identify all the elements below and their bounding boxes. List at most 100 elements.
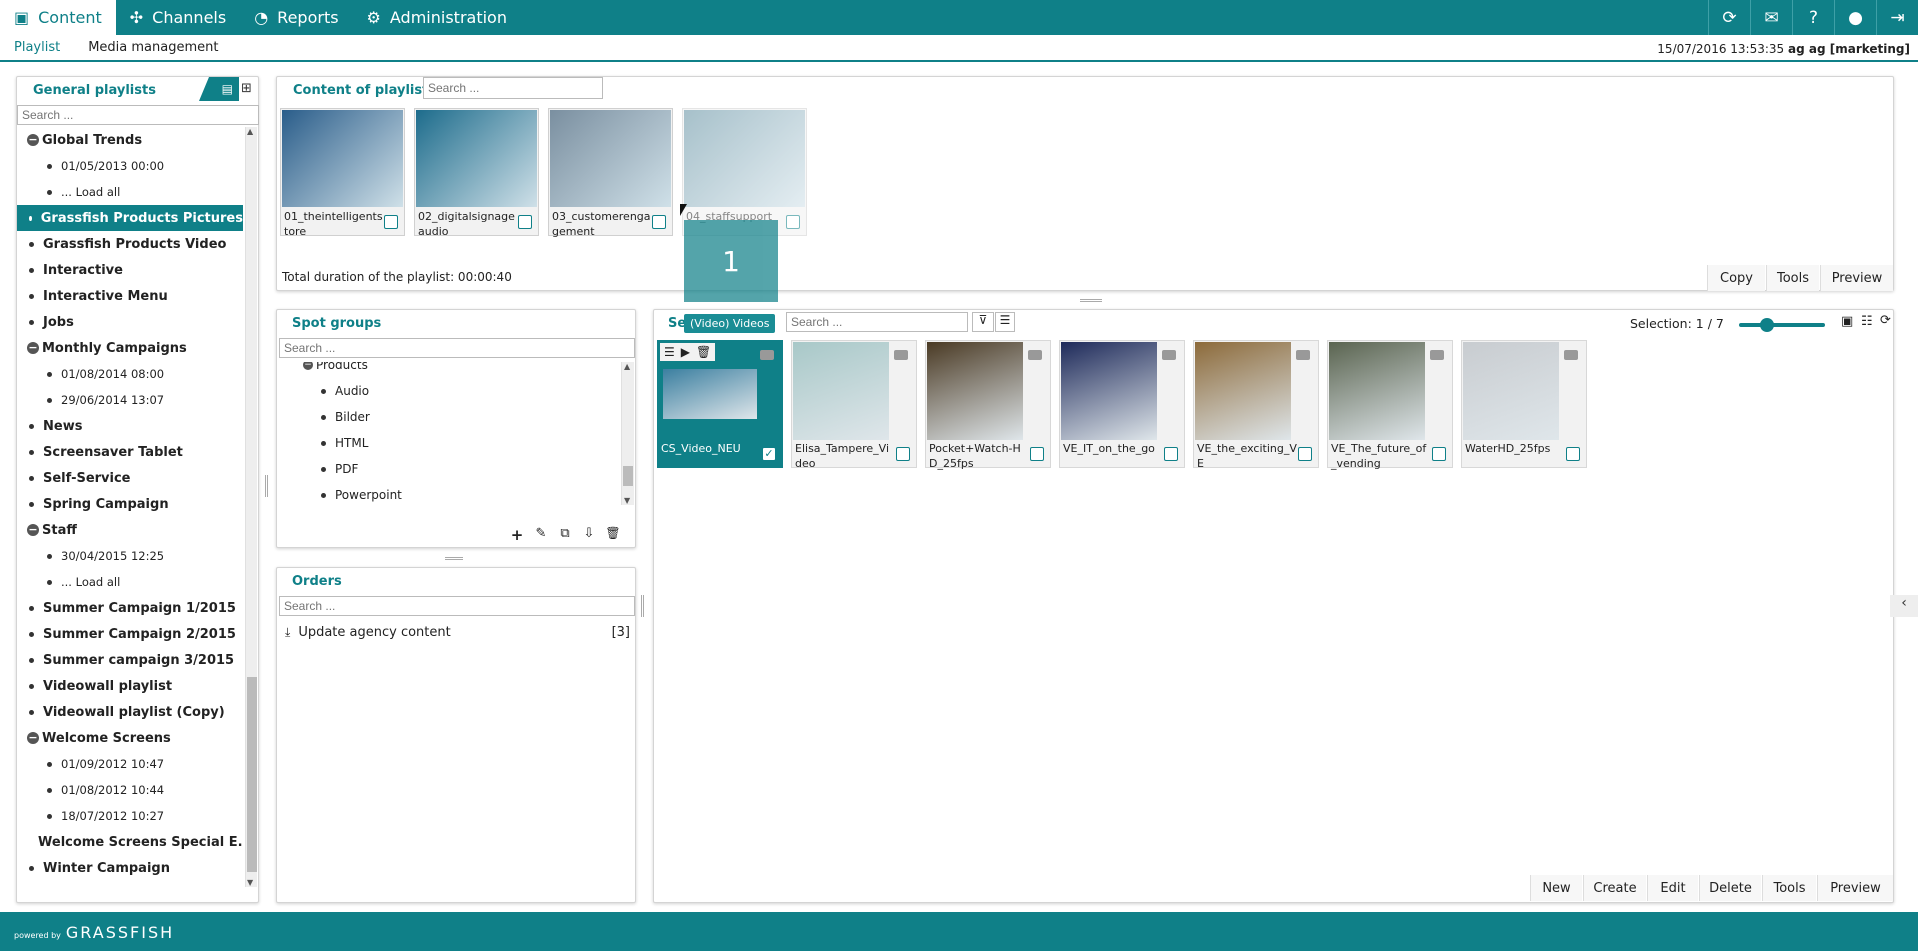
- add-icon[interactable]: +: [505, 526, 529, 546]
- playlist-tree-item[interactable]: Summer campaign 3/2015: [17, 647, 243, 673]
- playlist-thumbnail[interactable]: 04_staffsupport: [682, 108, 807, 236]
- playlist-tree-item[interactable]: Self-Service: [17, 465, 243, 491]
- playlist-tree-item[interactable]: 01/08/2012 10:44: [17, 777, 243, 803]
- select-checkbox[interactable]: [1164, 447, 1178, 461]
- spot-thumbnail[interactable]: Elisa_Tampere_Video: [791, 340, 917, 470]
- spots-search-input[interactable]: [786, 312, 968, 332]
- preview-button[interactable]: Preview: [1820, 265, 1893, 291]
- nav-content[interactable]: ▣ Content: [0, 0, 116, 35]
- select-checkbox[interactable]: ✓: [762, 447, 776, 461]
- play-icon[interactable]: ▶: [681, 345, 690, 359]
- playlist-tree-item[interactable]: 01/09/2012 10:47: [17, 751, 243, 777]
- select-checkbox[interactable]: [1432, 447, 1446, 461]
- delete-icon[interactable]: 🗑: [601, 526, 625, 546]
- scroll-up-icon[interactable]: ▲: [624, 362, 630, 371]
- playlist-tree-item[interactable]: ... Load all: [17, 569, 243, 595]
- spot-group-item[interactable]: − Products: [277, 362, 619, 378]
- edit-icon[interactable]: ✎: [529, 526, 553, 546]
- select-checkbox[interactable]: [896, 447, 910, 461]
- settings-sliders-icon[interactable]: ☰: [995, 312, 1015, 332]
- playlist-tree-item[interactable]: 01/05/2013 00:00: [17, 153, 243, 179]
- select-checkbox[interactable]: [652, 215, 666, 229]
- tools-button[interactable]: Tools: [1762, 875, 1816, 901]
- archive-icon[interactable]: ⇩: [577, 526, 601, 546]
- playlist-thumbnail[interactable]: 02_digitalsignageaudio: [414, 108, 539, 238]
- playlist-tree-item[interactable]: Interactive: [17, 257, 243, 283]
- spot-group-item[interactable]: Powerpoint: [277, 482, 619, 505]
- spot-thumbnail[interactable]: Pocket+Watch-HD_25fps: [925, 340, 1051, 470]
- playlist-tree-item[interactable]: − Staff: [17, 517, 243, 543]
- collapse-icon[interactable]: −: [27, 732, 39, 744]
- select-checkbox[interactable]: [1030, 447, 1044, 461]
- spot-thumbnail[interactable]: WaterHD_25fps: [1461, 340, 1587, 468]
- trash-icon[interactable]: 🗑: [696, 345, 711, 359]
- playlist-tree-item[interactable]: Winter Campaign: [17, 855, 243, 881]
- playlist-thumbnail[interactable]: 01_theintelligentstore: [280, 108, 405, 238]
- playlist-tree-item[interactable]: 29/06/2014 13:07: [17, 387, 243, 413]
- user-icon[interactable]: ●: [1834, 0, 1876, 35]
- playlist-tree-item[interactable]: 18/07/2012 10:27: [17, 803, 243, 829]
- spot-thumbnail[interactable]: CS_Video_NEU ✓ ☰ ▶ 🗑: [657, 340, 783, 468]
- spot-group-item[interactable]: Bilder: [277, 404, 619, 430]
- refresh-icon[interactable]: ⟳: [1708, 0, 1750, 35]
- playlist-thumbnail[interactable]: 03_customerengagement: [548, 108, 673, 238]
- filter-icon[interactable]: ⊽: [972, 312, 994, 332]
- mail-icon[interactable]: ✉: [1750, 0, 1792, 35]
- select-checkbox[interactable]: [384, 215, 398, 229]
- scroll-down-icon[interactable]: ▼: [247, 878, 253, 887]
- nav-channels[interactable]: ✣ Channels: [116, 0, 240, 35]
- playlist-tree-item[interactable]: Grassfish Products Video: [17, 231, 243, 257]
- edit-button[interactable]: Edit: [1647, 875, 1698, 901]
- playlist-tree-item[interactable]: Summer Campaign 2/2015: [17, 621, 243, 647]
- playlist-tree-item[interactable]: Spring Campaign: [17, 491, 243, 517]
- collapse-icon[interactable]: −: [303, 362, 313, 370]
- playlist-tree-item[interactable]: Jobs: [17, 309, 243, 335]
- add-playlist-icon[interactable]: ▤: [199, 77, 239, 101]
- spot-group-item[interactable]: PDF: [277, 456, 619, 482]
- spot-thumbnail[interactable]: VE_The_future_of_vending: [1327, 340, 1453, 470]
- scroll-up-icon[interactable]: ▲: [247, 127, 253, 136]
- spot-group-item[interactable]: Audio: [277, 378, 619, 404]
- playlist-tree-item[interactable]: Videowall playlist (Copy): [17, 699, 243, 725]
- select-checkbox[interactable]: [518, 215, 532, 229]
- playlist-tree-item[interactable]: News: [17, 413, 243, 439]
- playlist-tree-item[interactable]: 01/08/2014 08:00: [17, 361, 243, 387]
- logout-icon[interactable]: ⇥: [1876, 0, 1918, 35]
- playlist-search-input[interactable]: [17, 105, 259, 125]
- grid-view-icon[interactable]: ▣: [1841, 314, 1853, 329]
- scroll-down-icon[interactable]: ▼: [624, 496, 630, 505]
- help-icon[interactable]: ?: [1792, 0, 1834, 35]
- orders-search-input[interactable]: [279, 596, 635, 616]
- playlist-tree-item[interactable]: − Monthly Campaigns: [17, 335, 243, 361]
- collapse-icon[interactable]: −: [27, 524, 39, 536]
- tab-media-management[interactable]: Media management: [74, 35, 232, 60]
- refresh-icon[interactable]: ⟳: [1880, 313, 1891, 328]
- select-checkbox[interactable]: [1566, 447, 1580, 461]
- order-row[interactable]: ⤓ Update agency content [3]: [285, 623, 630, 641]
- playlist-tree-item[interactable]: ... Load all: [17, 179, 243, 205]
- spot-thumbnail[interactable]: VE_the_exciting_VE: [1193, 340, 1319, 470]
- playlist-content-search-input[interactable]: [423, 77, 603, 99]
- select-checkbox[interactable]: [786, 215, 800, 229]
- playlist-tree-item[interactable]: Videowall playlist: [17, 673, 243, 699]
- nav-administration[interactable]: ⚙ Administration: [353, 0, 521, 35]
- collapse-icon[interactable]: −: [27, 342, 39, 354]
- copy-icon[interactable]: ⧉: [553, 526, 577, 546]
- playlist-tree-item[interactable]: 30/04/2015 12:25: [17, 543, 243, 569]
- list-view-icon[interactable]: ☷: [1861, 314, 1873, 329]
- new-button[interactable]: New: [1530, 875, 1582, 901]
- tree-toggle-icon[interactable]: ⊞: [241, 81, 252, 96]
- zoom-slider-knob[interactable]: [1760, 318, 1775, 332]
- playlist-scrollbar[interactable]: ▲ ▼: [245, 127, 257, 887]
- collapse-icon[interactable]: −: [27, 134, 39, 146]
- spot-groups-scrollbar[interactable]: ▲ ▼: [621, 362, 634, 505]
- splitter-mid[interactable]: [445, 557, 463, 560]
- splitter-right[interactable]: [641, 595, 644, 617]
- preview-button[interactable]: Preview: [1817, 875, 1893, 901]
- copy-button[interactable]: Copy: [1707, 265, 1765, 291]
- create-button[interactable]: Create: [1583, 875, 1646, 901]
- playlist-tree-item[interactable]: Interactive Menu: [17, 283, 243, 309]
- menu-icon[interactable]: ☰: [664, 345, 675, 359]
- playlist-tree-item[interactable]: Summer Campaign 1/2015: [17, 595, 243, 621]
- spot-thumbnail[interactable]: VE_IT_on_the_go: [1059, 340, 1185, 468]
